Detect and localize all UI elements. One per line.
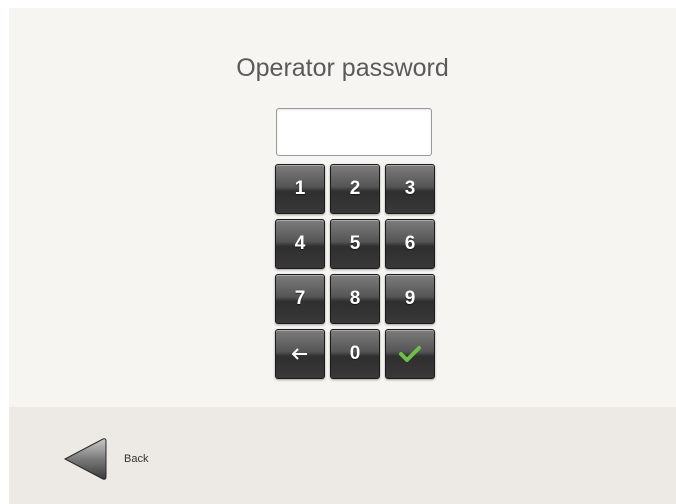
key-4[interactable]: 4: [275, 219, 325, 269]
back-label: Back: [124, 453, 149, 465]
key-7[interactable]: 7: [275, 274, 325, 324]
key-9-label: 9: [404, 288, 416, 309]
operator-password-screen: Operator password 1 2 3 4 5 6 7 8 9 0 Ba…: [9, 8, 676, 504]
key-1[interactable]: 1: [275, 164, 325, 214]
left-arrow-icon: [292, 348, 307, 360]
key-5[interactable]: 5: [330, 219, 380, 269]
checkmark-icon: [399, 346, 421, 362]
numeric-keypad: 1 2 3 4 5 6 7 8 9 0: [275, 164, 439, 380]
key-4-label: 4: [294, 233, 306, 254]
left-triangle-icon: [63, 438, 107, 480]
confirm-button[interactable]: [385, 329, 435, 379]
key-3[interactable]: 3: [385, 164, 435, 214]
page-title: Operator password: [236, 54, 449, 82]
key-6-label: 6: [404, 233, 416, 254]
password-input[interactable]: [276, 108, 432, 156]
key-6[interactable]: 6: [385, 219, 435, 269]
key-1-label: 1: [294, 178, 306, 199]
key-2-label: 2: [349, 178, 361, 199]
back-button[interactable]: Back: [59, 433, 169, 485]
key-8-label: 8: [349, 288, 361, 309]
key-3-label: 3: [404, 178, 416, 199]
key-2[interactable]: 2: [330, 164, 380, 214]
key-0[interactable]: 0: [330, 329, 380, 379]
key-8[interactable]: 8: [330, 274, 380, 324]
backspace-button[interactable]: [275, 329, 325, 379]
footer-bar: Back: [9, 407, 676, 504]
key-9[interactable]: 9: [385, 274, 435, 324]
key-7-label: 7: [294, 288, 306, 309]
key-5-label: 5: [349, 233, 361, 254]
key-0-label: 0: [349, 343, 361, 364]
